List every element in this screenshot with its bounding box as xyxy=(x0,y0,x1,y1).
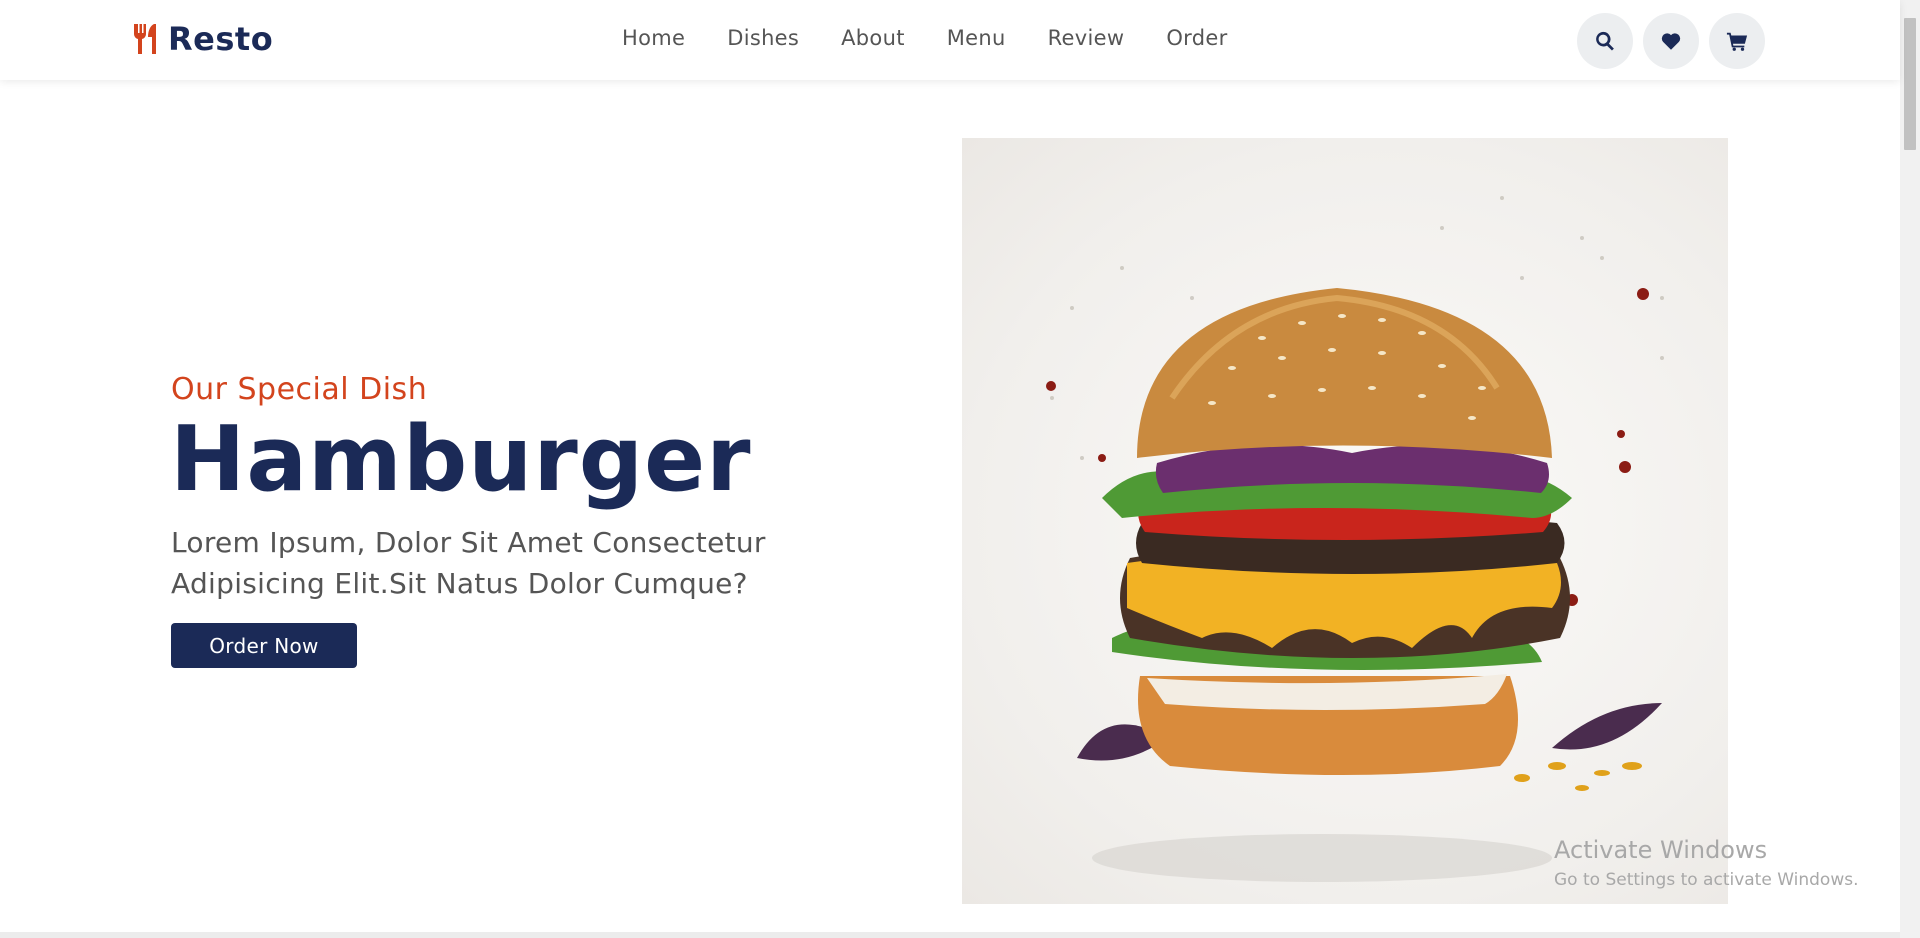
logo[interactable]: Resto xyxy=(132,20,273,58)
cart-icon xyxy=(1726,32,1748,51)
order-now-button[interactable]: Order Now xyxy=(171,623,357,668)
hero-description: Lorem Ipsum, Dolor Sit Amet Consectetur … xyxy=(171,526,766,600)
vertical-scrollbar[interactable] xyxy=(1900,0,1920,938)
watermark-title: Activate Windows xyxy=(1554,836,1768,864)
main-nav: Home Dishes About Menu Review Order xyxy=(622,26,1228,50)
brand-name: Resto xyxy=(168,20,274,58)
wishlist-button[interactable] xyxy=(1643,13,1699,69)
nav-about[interactable]: About xyxy=(841,26,905,50)
hamburger-image xyxy=(962,138,1728,904)
utensils-icon xyxy=(133,24,156,54)
hero-title: Hamburger xyxy=(170,407,752,512)
search-button[interactable] xyxy=(1577,13,1633,69)
nav-review[interactable]: Review xyxy=(1048,26,1125,50)
windows-activation-watermark: Activate Windows Go to Settings to activ… xyxy=(1554,836,1859,890)
scrollbar-thumb[interactable] xyxy=(1904,18,1916,150)
nav-home[interactable]: Home xyxy=(622,26,685,50)
page-bottom-edge xyxy=(0,932,1900,938)
watermark-subtitle: Go to Settings to activate Windows. xyxy=(1554,870,1859,890)
nav-menu[interactable]: Menu xyxy=(947,26,1006,50)
hero-subtitle: Our Special Dish xyxy=(171,372,428,407)
nav-dishes[interactable]: Dishes xyxy=(727,26,799,50)
cart-button[interactable] xyxy=(1709,13,1765,69)
heart-icon xyxy=(1661,33,1681,50)
nav-order[interactable]: Order xyxy=(1166,26,1227,50)
search-icon xyxy=(1596,31,1614,51)
site-header: Resto Home Dishes About Menu Review Orde… xyxy=(0,0,1900,80)
